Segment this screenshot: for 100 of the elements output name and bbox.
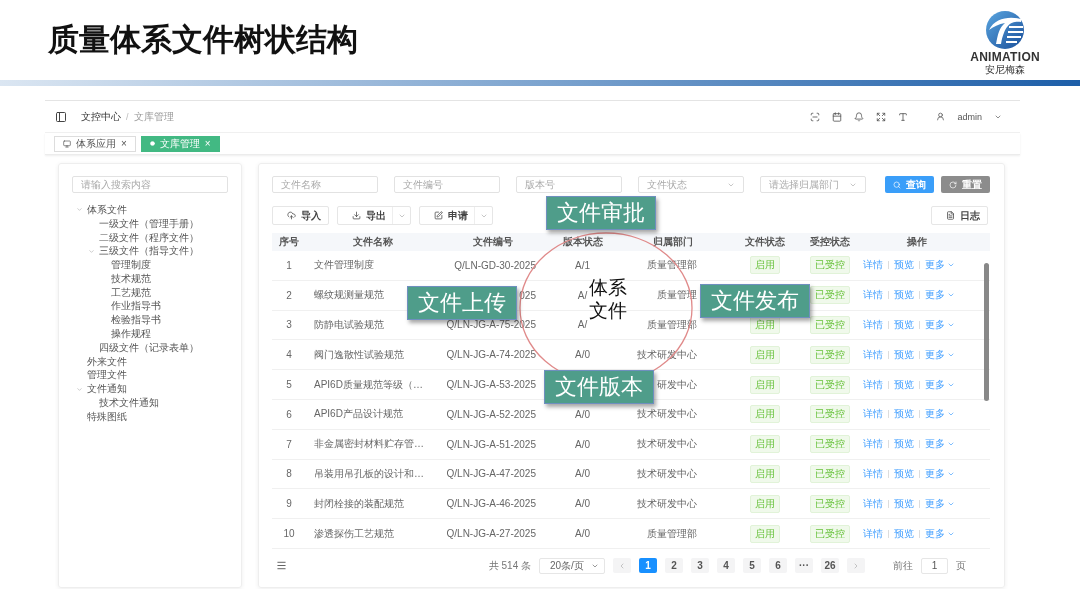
action-link[interactable]: 详情 [863, 496, 883, 511]
tree-item[interactable]: 管理制度 [111, 258, 151, 273]
action-link[interactable]: 预览 [894, 526, 914, 541]
action-link[interactable]: 详情 [863, 347, 883, 362]
action-link[interactable]: 预览 [894, 318, 914, 332]
action-link[interactable]: 预览 [894, 437, 914, 452]
action-link[interactable]: 预览 [894, 347, 914, 362]
tree-item[interactable]: 三级文件（指导文件） [99, 244, 199, 259]
calendar-icon[interactable] [832, 111, 843, 122]
page-button[interactable]: ··· [795, 558, 813, 574]
tab[interactable]: 文库管理 × [140, 135, 220, 152]
search-button[interactable]: 查询 [885, 176, 934, 193]
table-cell: Q/LN-JG-A-52-2025 [446, 408, 536, 420]
action-link[interactable]: 预览 [894, 466, 914, 481]
action-link[interactable]: 预览 [894, 258, 914, 273]
page-button[interactable]: 3 [691, 558, 709, 574]
action-link[interactable]: 更多 [925, 437, 955, 452]
search-field[interactable]: 请输入搜索内容 [72, 176, 228, 193]
action-link[interactable]: 详情 [863, 466, 883, 481]
table-cell: 封闭栓接的装配规范 [314, 496, 404, 511]
page-input[interactable]: 1 [921, 557, 948, 574]
menu-icon[interactable] [276, 560, 287, 572]
total-count: 共 514 条 [488, 558, 531, 573]
avatar-icon[interactable] [936, 112, 946, 121]
callout-label: 文件版本 [544, 370, 654, 404]
slide-title: 质量体系文件树状结构 [48, 21, 358, 59]
sidebar-toggle-icon[interactable] [55, 110, 67, 123]
action-link[interactable]: 更多 [925, 407, 955, 422]
page-button[interactable]: 5 [743, 558, 761, 574]
bell-icon[interactable] [854, 111, 865, 122]
font-size-icon[interactable] [898, 111, 909, 122]
tree-item[interactable]: 管理文件 [87, 368, 127, 383]
tree-item[interactable]: 操作规程 [111, 327, 151, 342]
toolbar-button[interactable]: 申请 [419, 206, 493, 225]
column-header: 文件状态 [744, 235, 786, 249]
action-link[interactable]: 详情 [863, 407, 883, 422]
tree-item[interactable]: 外来文件 [87, 354, 127, 369]
action-link[interactable]: 预览 [894, 377, 914, 392]
page-button[interactable]: 1 [639, 558, 657, 574]
action-link[interactable]: 详情 [863, 288, 883, 303]
action-link[interactable]: 详情 [863, 318, 883, 332]
tree-item[interactable]: 检验指导书 [111, 313, 161, 328]
input-field[interactable]: 文件名称 [272, 176, 378, 193]
table-cell: 9 [286, 498, 292, 510]
action-link[interactable]: 更多 [925, 258, 955, 273]
tree-item[interactable]: 作业指导书 [111, 299, 161, 314]
table-cell: 技术研发中心 [637, 466, 697, 481]
user-name[interactable]: admin [957, 111, 982, 122]
fullscreen-icon[interactable] [876, 111, 887, 122]
close-icon[interactable]: × [204, 138, 211, 149]
status-tag: 启用 [750, 345, 780, 364]
tree-item[interactable]: 二级文件（程序文件） [99, 230, 199, 245]
close-icon[interactable]: × [121, 138, 127, 149]
toolbar-button[interactable]: 导入 [272, 206, 329, 225]
scan-icon[interactable] [810, 111, 821, 122]
action-link[interactable]: 更多 [925, 288, 955, 303]
tab[interactable]: 体系应用 × [54, 135, 136, 152]
chevron-right-icon [852, 561, 860, 570]
page-button[interactable]: 4 [717, 558, 735, 574]
reset-button[interactable]: 重置 [941, 176, 990, 193]
page-button[interactable]: 2 [665, 558, 683, 574]
action-link[interactable]: 预览 [894, 407, 914, 422]
column-header: 序号 [278, 235, 300, 249]
tree-item[interactable]: 四级文件（记录表单） [99, 340, 199, 355]
select-field[interactable]: 请选择归属部门 [760, 176, 866, 193]
input-field[interactable]: 版本号 [516, 176, 622, 193]
log-button[interactable]: 日志 [931, 206, 988, 225]
tree-item[interactable]: 技术文件通知 [99, 396, 159, 411]
tree-item[interactable]: 体系文件 [87, 202, 127, 217]
select-field[interactable]: 文件状态 [638, 176, 744, 193]
action-link[interactable]: 更多 [925, 377, 955, 392]
action-link[interactable]: 更多 [925, 526, 955, 541]
action-link[interactable]: 详情 [863, 377, 883, 392]
page-size-select[interactable]: 20条/页 [539, 557, 605, 574]
action-link[interactable]: 详情 [863, 437, 883, 452]
tree-item[interactable]: 文件通知 [87, 382, 127, 397]
tree-item[interactable]: 一级文件（管理手册） [99, 216, 199, 231]
control-tag: 已受控 [810, 405, 850, 424]
action-link[interactable]: 预览 [894, 288, 914, 303]
table-cell: A/0 [575, 349, 590, 361]
action-link[interactable]: 更多 [925, 318, 955, 332]
status-tag: 启用 [750, 524, 780, 543]
table-cell: 2 [286, 289, 292, 301]
page-button[interactable]: 26 [821, 558, 839, 574]
action-link[interactable]: 详情 [863, 258, 883, 273]
action-link[interactable]: 更多 [925, 347, 955, 362]
breadcrumb-item[interactable]: 文控中心 [81, 109, 121, 124]
tree-item[interactable]: 技术规范 [111, 271, 151, 286]
action-link[interactable]: 更多 [925, 466, 955, 481]
action-link[interactable]: 更多 [925, 496, 955, 511]
action-link[interactable]: 预览 [894, 496, 914, 511]
breadcrumb-item[interactable]: 文库管理 [133, 109, 174, 124]
action-link[interactable]: 详情 [863, 526, 883, 541]
tree-item[interactable]: 工艺规范 [111, 285, 151, 300]
status-tag: 启用 [750, 494, 780, 513]
page-button[interactable]: 6 [769, 558, 787, 574]
input-field[interactable]: 文件编号 [394, 176, 500, 193]
table-cell: 10 [283, 528, 295, 540]
tree-item[interactable]: 特殊图纸 [87, 409, 127, 424]
toolbar-button[interactable]: 导出 [337, 206, 411, 225]
